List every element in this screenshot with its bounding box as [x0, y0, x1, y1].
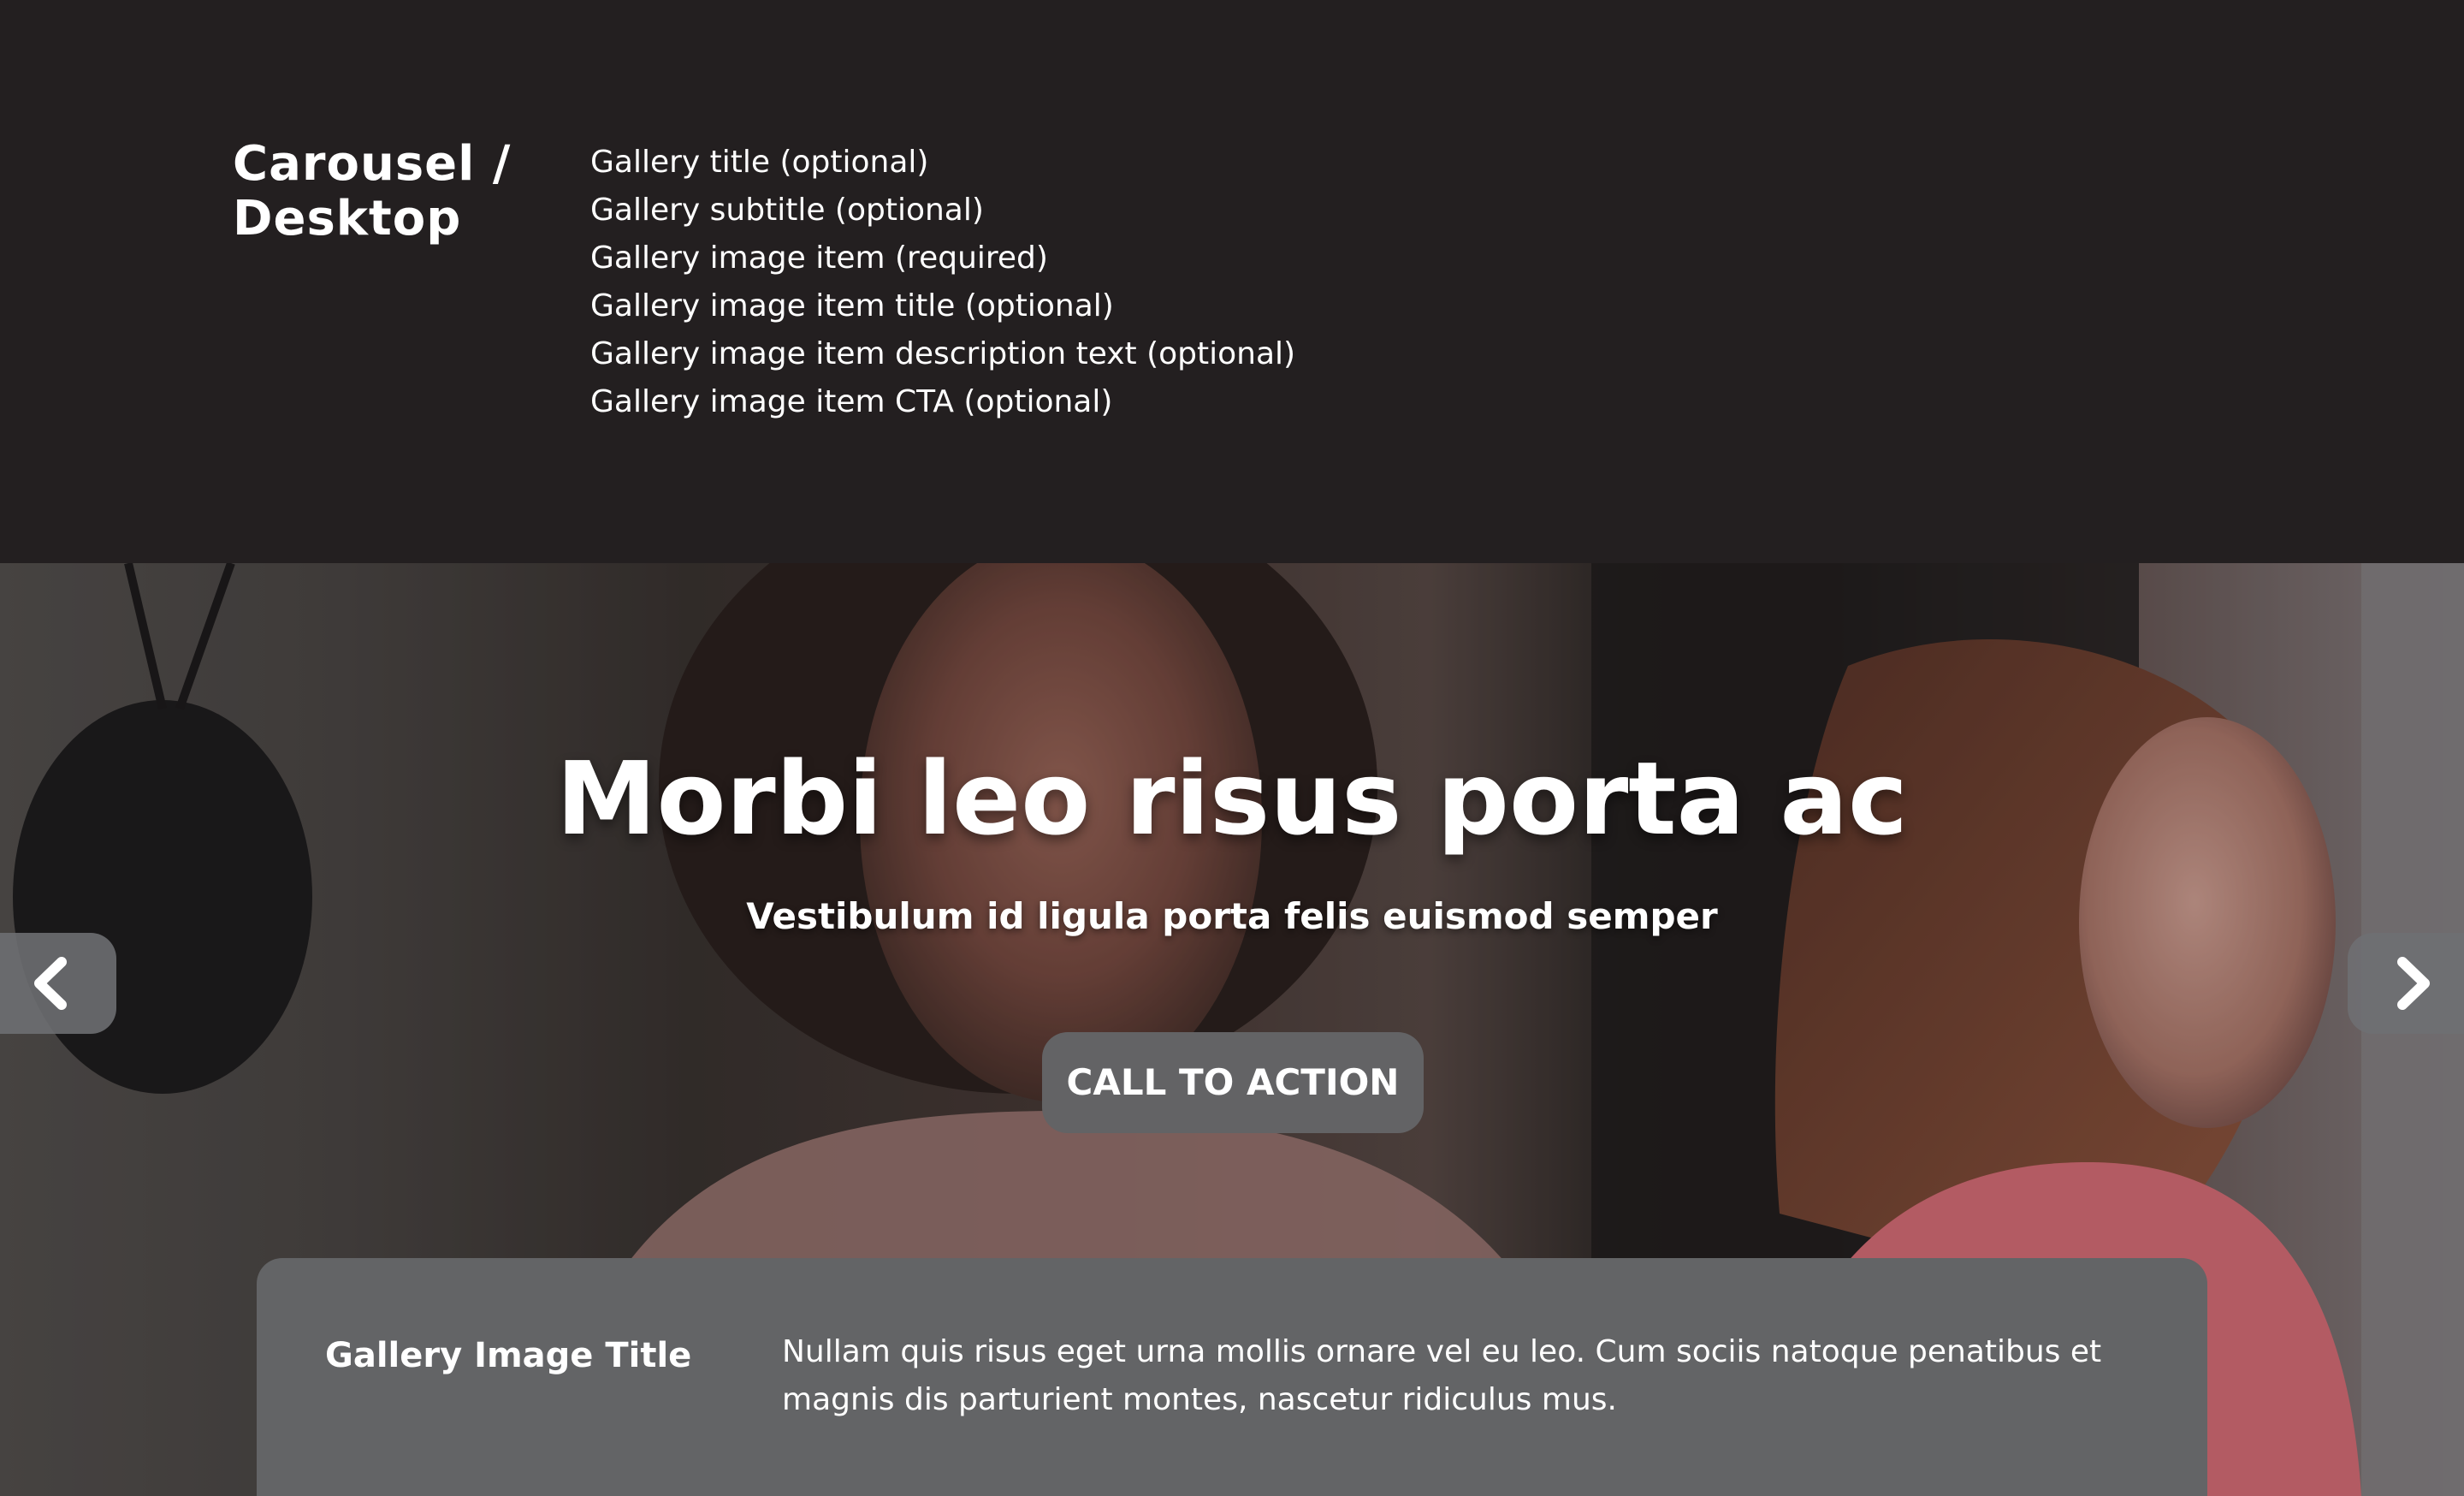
carousel-prev-button[interactable] [0, 933, 116, 1034]
gallery-item-title: Gallery Image Title [325, 1336, 692, 1375]
chevron-left-icon [34, 957, 67, 1010]
chevron-right-icon [2397, 957, 2430, 1010]
spec-item: Gallery subtitle (optional) [590, 193, 984, 228]
gallery-subtitle: Vestibulum id ligula porta felis euismod… [746, 895, 1718, 937]
spec-item: Gallery image item CTA (optional) [590, 384, 1113, 419]
spec-item: Gallery title (optional) [590, 145, 929, 180]
gallery-item-caption: Gallery Image Title Nullam quis risus eg… [257, 1258, 2207, 1496]
carousel-next-button[interactable] [2348, 933, 2464, 1034]
page: Carousel / Desktop Gallery title (option… [0, 0, 2464, 1496]
carousel-hero: Morbi leo risus porta ac Vestibulum id l… [0, 563, 2464, 1496]
spec-item: Gallery image item (required) [590, 240, 1048, 276]
gallery-title: Morbi leo risus porta ac [556, 739, 1908, 858]
gallery-item-description: Nullam quis risus eget urna mollis ornar… [782, 1334, 2102, 1417]
spec-item: Gallery image item description text (opt… [590, 336, 1296, 371]
spec-title: Carousel / Desktop [233, 136, 512, 246]
spec-header: Carousel / Desktop Gallery title (option… [0, 0, 2464, 563]
spec-list: Gallery title (optional) Gallery subtitl… [590, 139, 1295, 426]
call-to-action-button[interactable]: CALL TO ACTION [1042, 1032, 1424, 1133]
spec-item: Gallery image item title (optional) [590, 288, 1114, 324]
